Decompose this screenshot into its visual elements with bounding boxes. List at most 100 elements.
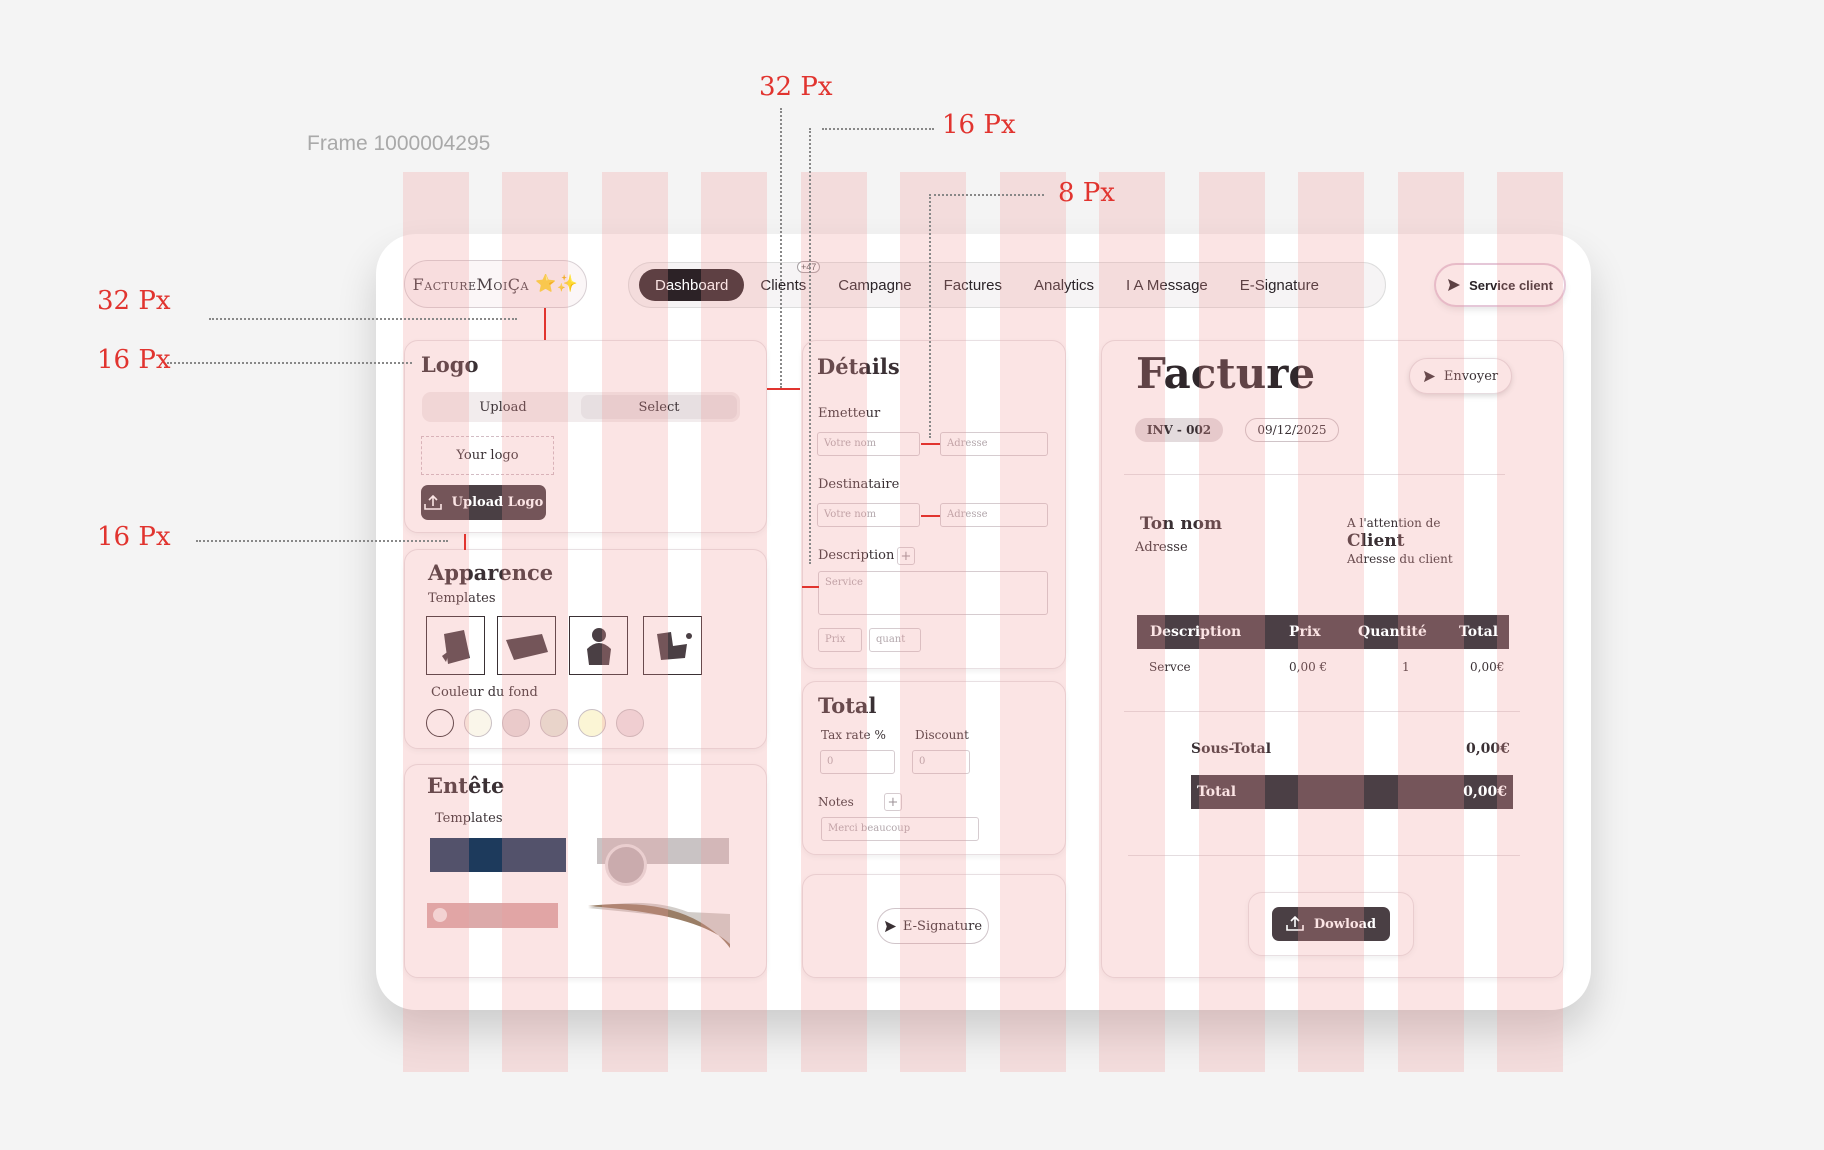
- service-client-label: Service client: [1469, 277, 1553, 293]
- chair-icon: [656, 631, 692, 660]
- annotation-16px-left: 16 Px: [97, 345, 171, 375]
- annotation-marker: [921, 443, 940, 445]
- total-bar: Total 0,00€: [1191, 775, 1513, 809]
- annotation-16px-left-2: 16 Px: [97, 522, 171, 552]
- annotation-leader: [209, 318, 517, 320]
- emetteur-address-input[interactable]: Adresse: [940, 432, 1048, 456]
- nav-factures[interactable]: Factures: [928, 269, 1018, 301]
- figure-icon: [586, 627, 611, 665]
- notes-input[interactable]: Merci beaucoup: [821, 817, 979, 841]
- annotation-leader: [822, 128, 934, 130]
- invoice-separator-2: [1124, 711, 1520, 712]
- template-option-4[interactable]: [643, 616, 702, 675]
- details-title: Détails: [817, 354, 900, 379]
- header-template-4[interactable]: [588, 900, 732, 950]
- logo-placeholder[interactable]: Your logo: [421, 436, 554, 475]
- invoice-date: 09/12/2025: [1245, 418, 1339, 442]
- to-address: Adresse du client: [1347, 552, 1453, 566]
- total-label: Total: [1197, 784, 1237, 800]
- row-qty: 1: [1402, 660, 1410, 674]
- sun-icon: [433, 908, 447, 922]
- annotation-marker: [767, 388, 800, 390]
- row-total: 0,00€: [1470, 660, 1505, 674]
- sparkle-icon: ⭐✨: [534, 274, 579, 294]
- add-description-icon[interactable]: +: [897, 547, 915, 565]
- nav-analytics[interactable]: Analytics: [1018, 269, 1110, 301]
- header-template-1[interactable]: [430, 838, 566, 872]
- row-description: Servce: [1149, 660, 1191, 674]
- nav-clients-label: Clients: [760, 276, 807, 294]
- header-template-3[interactable]: [427, 903, 558, 928]
- clipboard-icon: [441, 629, 470, 664]
- annotation-leader: [809, 128, 811, 564]
- upload-logo-button[interactable]: Upload Logo: [421, 485, 546, 520]
- add-notes-icon[interactable]: +: [884, 793, 902, 811]
- destinataire-name-input[interactable]: Votre nom: [817, 503, 920, 527]
- from-address: Adresse: [1135, 540, 1188, 555]
- notes-label: Notes: [818, 795, 854, 809]
- template-option-3[interactable]: [569, 616, 628, 675]
- swatch-yellow[interactable]: [578, 709, 606, 737]
- swatch-cream[interactable]: [464, 709, 492, 737]
- annotation-marker: [921, 515, 940, 517]
- main-nav: Dashboard Clients +47 Campagne Factures A…: [628, 261, 1386, 308]
- template-option-1[interactable]: [426, 616, 485, 675]
- esign-button[interactable]: E-Signature: [877, 908, 989, 944]
- nav-campagne[interactable]: Campagne: [822, 269, 927, 301]
- col-description: Description: [1150, 624, 1242, 640]
- send-icon: [884, 920, 896, 932]
- tax-rate-label: Tax rate %: [821, 728, 886, 742]
- apparence-title: Apparence: [428, 560, 554, 585]
- annotation-marker: [544, 308, 546, 340]
- nav-e-signature[interactable]: E-Signature: [1224, 269, 1335, 301]
- swatch-rose[interactable]: [502, 709, 530, 737]
- tray-icon: [505, 633, 548, 660]
- service-client-button[interactable]: Service client: [1436, 265, 1564, 305]
- annotation-8px: 8 Px: [1058, 178, 1115, 208]
- emetteur-name-input[interactable]: Votre nom: [817, 432, 920, 456]
- annotation-leader: [167, 362, 412, 364]
- brand-logo[interactable]: FactureMoiÇa ⭐✨: [404, 260, 587, 308]
- nav-dashboard[interactable]: Dashboard: [639, 269, 745, 301]
- row-price: 0,00 €: [1289, 660, 1328, 674]
- bg-color-label: Couleur du fond: [431, 685, 538, 700]
- template-option-2[interactable]: [497, 616, 556, 675]
- col-prix: Prix: [1289, 624, 1321, 640]
- invoice-title: Facture: [1136, 349, 1316, 398]
- to-attention: A l'attention de: [1347, 516, 1441, 530]
- entete-templates-label: Templates: [435, 811, 503, 826]
- upload-icon: [423, 494, 442, 510]
- header-template-2[interactable]: [597, 838, 729, 886]
- annotation-marker: [802, 586, 819, 588]
- templates-label: Templates: [428, 591, 496, 606]
- entete-title: Entête: [427, 773, 505, 798]
- subtotal-label: Sous-Total: [1191, 741, 1272, 757]
- invoice-table-header: Description Prix Quantité Total: [1137, 615, 1509, 649]
- swatch-sage[interactable]: [540, 709, 568, 737]
- nav-ia-message[interactable]: I A Message: [1110, 269, 1224, 301]
- send-invoice-button[interactable]: Envoyer: [1409, 358, 1512, 394]
- to-name: Client: [1347, 531, 1405, 551]
- service-textarea[interactable]: Service: [818, 571, 1048, 615]
- segment-select[interactable]: Select: [581, 395, 737, 419]
- destinataire-address-input[interactable]: Adresse: [940, 503, 1048, 527]
- brand-name: FactureMoiÇa: [412, 274, 529, 294]
- segment-upload[interactable]: Upload: [425, 395, 581, 419]
- annotation-32px-left: 32 Px: [97, 286, 171, 316]
- tax-rate-input[interactable]: 0: [820, 750, 895, 774]
- swatch-pink[interactable]: [616, 709, 644, 737]
- price-input[interactable]: Prix: [818, 628, 862, 652]
- swatch-row: [426, 709, 644, 737]
- download-button[interactable]: Dowload: [1272, 907, 1390, 941]
- annotation-leader: [780, 108, 782, 388]
- destinataire-label: Destinataire: [818, 477, 900, 492]
- esign-label: E-Signature: [902, 918, 983, 934]
- subtotal-value: 0,00€: [1466, 741, 1510, 757]
- discount-input[interactable]: 0: [912, 750, 970, 774]
- annotation-marker: [464, 534, 466, 550]
- invoice-separator-1: [1124, 474, 1505, 475]
- invoice-number: INV - 002: [1135, 418, 1223, 442]
- col-quantite: Quantité: [1358, 624, 1427, 640]
- swatch-white[interactable]: [426, 709, 454, 737]
- qty-input[interactable]: quant: [869, 628, 921, 652]
